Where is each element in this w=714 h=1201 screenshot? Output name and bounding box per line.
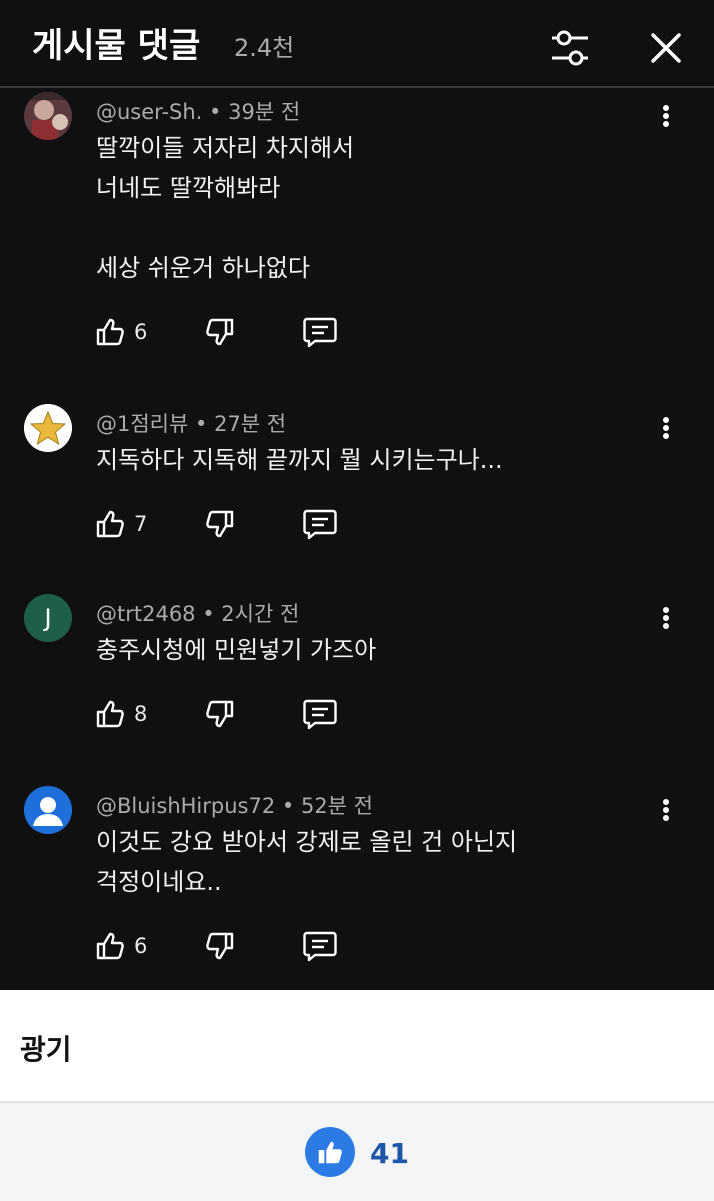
comment-line: 지독하다 지독해 끝까지 뭘 시키는구나... [96,446,503,474]
comment-meta: @BluishHirpus72 • 52분 전 [96,794,373,818]
like-button[interactable]: 6 [94,926,147,966]
close-icon[interactable] [642,24,690,72]
comment-author[interactable]: @trt2468 [96,602,196,626]
thumbs-up-icon [318,1141,342,1164]
reply-icon [303,509,337,540]
reply-button[interactable] [302,926,338,966]
like-button[interactable]: 7 [94,504,147,544]
thumbs-down-icon [206,318,234,346]
avatar[interactable]: J [24,594,72,642]
reply-icon [303,317,337,348]
comment-count: 2.4천 [234,34,295,62]
post-like-count: 41 [370,1137,409,1170]
comment-time: 27분 전 [214,412,287,436]
like-count: 8 [134,702,148,726]
avatar-letter: J [44,604,52,632]
thumbs-up-icon [96,510,124,538]
like-button[interactable]: 6 [94,312,147,352]
comment-meta: @1점리뷰 • 27분 전 [96,412,287,436]
reply-icon [303,931,337,962]
comment-actions: 7 [92,504,352,544]
thumbs-down-icon [206,510,234,538]
comment-author[interactable]: @1점리뷰 [96,412,188,436]
thumbs-down-icon [206,932,234,960]
reply-icon [303,699,337,730]
comment-text: 지독하다 지독해 끝까지 뭘 시키는구나... [96,440,503,480]
like-button[interactable]: 8 [94,694,147,734]
dislike-button[interactable] [204,926,236,966]
comment-actions: 8 [92,694,352,734]
like-count: 6 [134,320,148,344]
reply-button[interactable] [302,504,338,544]
comment-author[interactable]: @BluishHirpus72 [96,794,275,818]
sliders-icon[interactable] [546,24,594,72]
comment-actions: 6 [92,312,352,352]
avatar[interactable] [24,404,72,452]
comment-time: 39분 전 [228,100,301,124]
more-options-icon[interactable] [652,790,680,830]
comment-line: 이것도 강요 받아서 강제로 올린 건 아닌지 [96,828,518,856]
comment-text: 이것도 강요 받아서 강제로 올린 건 아닌지걱정이네요.. [96,822,517,902]
thumbs-up-icon [96,318,124,346]
avatar[interactable] [24,92,72,140]
comment-text: 딸깍이들 저자리 차지해서너네도 딸깍해봐라세상 쉬운거 하나없다 [96,128,354,288]
comment-line: 세상 쉬운거 하나없다 [96,254,310,282]
comment-author[interactable]: @user-Sh. [96,100,202,124]
comment-line: 걱정이네요.. [96,868,222,896]
star-icon [24,404,72,452]
comments-header: 게시물 댓글 2.4천 [0,8,714,88]
comment-meta: @user-Sh. • 39분 전 [96,100,301,124]
thumbs-up-icon [96,700,124,728]
dislike-button[interactable] [204,312,236,352]
comment-line: 충주시청에 민원넣기 가즈아 [96,636,377,664]
comment-actions: 6 [92,926,352,966]
more-options-icon[interactable] [652,598,680,638]
like-count: 6 [134,934,148,958]
comment-text: 충주시청에 민원넣기 가즈아 [96,630,376,670]
thumbs-up-icon [96,932,124,960]
comment-meta: @trt2468 • 2시간 전 [96,602,300,626]
comment-line: 딸깍이들 저자리 차지해서 [96,134,355,162]
avatar[interactable] [24,786,72,834]
thumbs-down-icon [206,700,234,728]
reply-button[interactable] [302,694,338,734]
default-user-icon [24,786,72,834]
like-count: 7 [134,512,148,536]
panel-title: 게시물 댓글 [32,26,201,66]
comment-time: 2시간 전 [221,602,300,626]
comment-line: 너네도 딸깍해봐라 [96,174,281,202]
comment-time: 52분 전 [300,794,373,818]
more-options-icon[interactable] [652,408,680,448]
dislike-button[interactable] [204,694,236,734]
post-reaction-bar: 41 [0,1103,714,1201]
ad-label: 광기 [20,1033,72,1066]
post-like-button[interactable] [305,1127,355,1177]
reply-button[interactable] [302,312,338,352]
comment-line [96,208,354,248]
dislike-button[interactable] [204,504,236,544]
comments-panel: 게시물 댓글 2.4천 @user-Sh. • 39분 전 딸깍이들 저자리 차… [0,0,714,990]
more-options-icon[interactable] [652,96,680,136]
